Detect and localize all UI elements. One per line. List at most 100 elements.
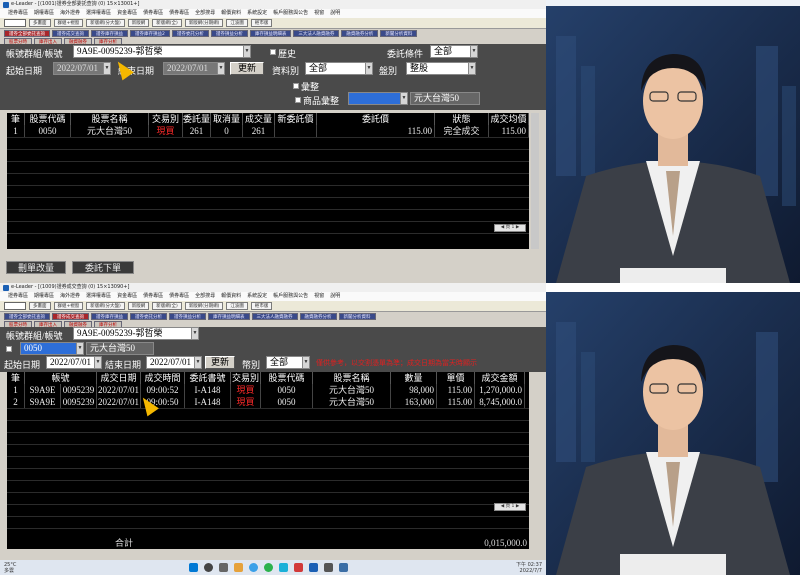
menu-item[interactable]: 全部搜尋 [195, 292, 215, 301]
menu-item[interactable]: 海外證券 [60, 9, 80, 18]
menu-item[interactable]: 系統設定 [247, 292, 267, 301]
tab-item[interactable]: 三大法人融資融券 [251, 313, 298, 320]
tab-item[interactable]: 庫存損益明細表 [208, 313, 250, 320]
tab-item[interactable]: 證券全部委託查詢 [4, 30, 50, 37]
menu-item[interactable]: 資金專區 [117, 9, 137, 18]
stock-filter-checkbox[interactable] [6, 346, 12, 352]
menu-item[interactable]: 海外證券 [60, 292, 80, 301]
start-icon[interactable] [188, 563, 198, 572]
end-date-field[interactable]: 2022/07/01 ▼ [163, 62, 225, 75]
tab-item[interactable]: 證券委託分析 [171, 30, 209, 37]
tab-item[interactable]: 三大法人融資融券 [293, 30, 340, 37]
menu-item[interactable]: 報價資料 [221, 292, 241, 301]
currency-select[interactable]: 全部 ▼ [266, 356, 310, 369]
start-date-field[interactable]: 2022/07/01 ▼ [46, 356, 102, 369]
edge-icon[interactable] [248, 563, 258, 572]
column-header[interactable]: 委託書號 [185, 372, 231, 384]
tab-item[interactable]: 證券庫存損益2 [130, 30, 170, 37]
column-header[interactable]: 成交金額 [475, 372, 525, 384]
product-group-checkbox[interactable] [295, 97, 301, 103]
tab-item[interactable]: 新聞分析資料 [338, 313, 376, 320]
tab-item[interactable]: 證券成交查詢 [52, 313, 89, 320]
store-icon[interactable] [278, 563, 288, 572]
app-icon[interactable] [323, 563, 333, 572]
tab-item[interactable]: 證券成交查詢 [52, 30, 89, 37]
refresh-button[interactable]: 更新 [205, 356, 235, 369]
tab-item[interactable]: 證券損益分析 [210, 30, 248, 37]
tab-item[interactable]: 新聞分析資料 [380, 30, 418, 37]
account-select[interactable]: 9A9E-0095239-郭哲榮 ▼ [73, 327, 199, 340]
menu-item[interactable]: 視窗 [314, 9, 324, 18]
column-header[interactable]: 新委託價 [275, 113, 317, 125]
end-date-field[interactable]: 2022/07/01 ▼ [146, 356, 202, 369]
menu-item[interactable]: 期權專區 [34, 9, 54, 18]
menu-item[interactable]: 債券專區 [169, 9, 189, 18]
toolbar-button[interactable]: 江波圖 [226, 19, 248, 27]
column-header[interactable]: 委託量 [183, 113, 211, 125]
weather-widget[interactable]: 25°C 多雲 [0, 562, 40, 574]
menu-item[interactable]: 說明 [330, 292, 340, 301]
group-checkbox[interactable] [293, 83, 299, 89]
column-header[interactable]: 股票名稱 [71, 113, 149, 125]
table-row[interactable]: 2 S9A9E 0095239 2022/07/01 09:00:50 I-A148 現買 0… [7, 396, 525, 408]
file-explorer-icon[interactable] [233, 563, 243, 572]
column-header[interactable]: 股票代碼 [261, 372, 313, 384]
tab-item[interactable]: 證券庫存損益 [91, 313, 128, 320]
market-select[interactable]: 整股 ▼ [406, 62, 476, 75]
menu-item[interactable]: 說明 [330, 9, 340, 18]
account-select[interactable]: 9A9E-0095239-郭哲榮 ▼ [73, 45, 251, 58]
chrome-icon[interactable] [263, 563, 273, 572]
menu-item[interactable]: 債券專區 [143, 9, 163, 18]
app-icon[interactable] [338, 563, 348, 572]
column-header[interactable]: 委託價 [317, 113, 435, 125]
app-icon[interactable] [293, 563, 303, 572]
column-header[interactable]: 筆 [7, 113, 25, 125]
stock-code-field[interactable]: 0050 ▼ [20, 342, 84, 355]
column-header[interactable]: 帳號 [25, 372, 97, 384]
column-header[interactable]: 成交時間 [141, 372, 185, 384]
toolbar-button[interactable]: 新版網(全) [152, 19, 182, 27]
start-date-field[interactable]: 2022/07/01 ▼ [53, 62, 111, 75]
task-view-icon[interactable] [218, 563, 228, 572]
column-header[interactable]: 股票名稱 [313, 372, 391, 384]
refresh-button[interactable]: 更新 [230, 62, 264, 75]
menu-item[interactable]: 視窗 [314, 292, 324, 301]
vertical-scrollbar[interactable] [531, 113, 539, 249]
tab-item[interactable]: 證券委託分析 [130, 313, 167, 320]
table-row[interactable]: 1 S9A9E 0095239 2022/07/01 09:00:52 I-A148 現買 0… [7, 384, 525, 396]
menu-item[interactable]: 證券專區 [8, 292, 28, 301]
column-header[interactable]: 取消量 [211, 113, 243, 125]
menu-item[interactable]: 選擇權專區 [86, 292, 111, 301]
toolbar-button[interactable]: 新版網(分期網) [184, 302, 224, 310]
toolbar-select[interactable] [4, 19, 26, 27]
eleader-icon[interactable] [308, 563, 318, 572]
history-checkbox[interactable] [270, 49, 276, 55]
menu-item[interactable]: 全部搜尋 [195, 9, 215, 18]
place-order-button[interactable]: 委託下單 [72, 261, 134, 274]
menu-item[interactable]: 債券專區 [143, 292, 163, 301]
tab-item[interactable]: 庫存損益明細表 [249, 30, 292, 37]
condition-select[interactable]: 全部 ▼ [430, 45, 478, 58]
grid-pager[interactable]: ◀ 頁 1 ▶ [494, 503, 526, 511]
data-type-select[interactable]: 全部 ▼ [305, 62, 373, 75]
toolbar-button[interactable]: 新版網 [127, 302, 150, 310]
table-row[interactable]: 1 0050 元大台灣50 現買 261 0 261 115.00 完全成交 115.00 [7, 125, 529, 137]
toolbar-select[interactable] [4, 302, 26, 310]
column-header[interactable]: 狀態 [435, 113, 489, 125]
toolbar-button[interactable]: 新版網(分期網) [184, 19, 224, 27]
toolbar-button[interactable]: 輕市版 [250, 302, 273, 310]
menu-item[interactable]: 系統設定 [247, 9, 267, 18]
column-header[interactable]: 股票代碼 [25, 113, 71, 125]
menu-item[interactable]: 期權專區 [34, 292, 54, 301]
menu-item[interactable]: 證券專區 [8, 9, 28, 18]
toolbar-button[interactable]: 新版網(分大盤) [86, 302, 125, 310]
toolbar-button[interactable]: 群組+視窗 [53, 302, 84, 310]
column-header[interactable]: 成交均價 [489, 113, 529, 125]
tab-item[interactable]: 融資融券分析 [299, 313, 337, 320]
column-header[interactable]: 數量 [391, 372, 437, 384]
product-code-field[interactable]: ▼ [348, 92, 408, 105]
toolbar-button[interactable]: 江波圖 [226, 302, 248, 310]
toolbar-button[interactable]: 多畫面 [29, 19, 51, 27]
toolbar-button[interactable]: 多畫面 [29, 302, 51, 310]
tab-item[interactable]: 證券全部委託查詢 [4, 313, 50, 320]
